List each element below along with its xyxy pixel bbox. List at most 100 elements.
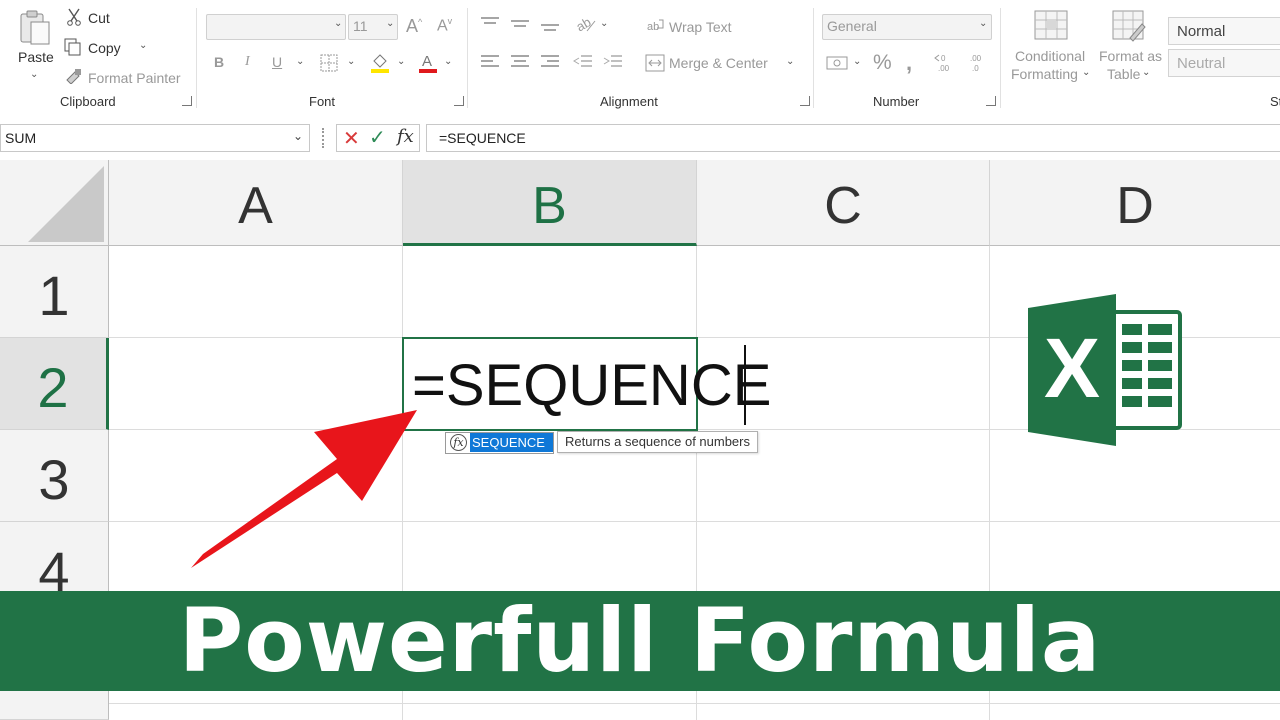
function-icon: fx <box>450 434 467 451</box>
style-normal[interactable]: Normal <box>1168 17 1280 45</box>
format-as-table-icon[interactable] <box>1112 10 1146 47</box>
number-group-label: Number <box>873 94 920 109</box>
copy-button[interactable]: Copy <box>88 40 121 56</box>
format-painter-button[interactable]: Format Painter <box>88 70 181 86</box>
paste-dropdown-icon[interactable]: ⌄ <box>30 69 38 80</box>
svg-text:.0: .0 <box>972 64 979 73</box>
alignment-group-label: Alignment <box>600 94 658 109</box>
cut-button[interactable]: Cut <box>88 10 110 26</box>
underline-dropdown-icon[interactable]: ⌄ <box>296 56 304 67</box>
number-format-dropdown-icon[interactable]: ⌄ <box>979 18 987 29</box>
function-tooltip: Returns a sequence of numbers <box>557 431 758 453</box>
fill-color-icon[interactable] <box>370 52 390 79</box>
text-cursor <box>744 345 746 425</box>
alignment-launcher-icon[interactable] <box>800 96 810 106</box>
svg-text:A: A <box>422 53 432 70</box>
clipboard-group-label: Clipboard <box>60 94 116 109</box>
increase-indent-icon[interactable] <box>603 54 623 75</box>
font-group-label: Font <box>309 94 336 109</box>
banner-title: Powerfull Formula <box>178 589 1102 692</box>
svg-text:.00: .00 <box>970 54 982 63</box>
column-header-c[interactable]: C <box>697 160 990 246</box>
decrease-indent-icon[interactable] <box>573 54 593 75</box>
cut-icon[interactable] <box>66 8 82 31</box>
cancel-icon[interactable]: ✕ <box>343 126 360 151</box>
increase-decimal-icon[interactable]: 0.00 <box>934 52 958 79</box>
fill-color-dropdown-icon[interactable]: ⌄ <box>397 56 405 67</box>
accounting-dropdown-icon[interactable]: ⌄ <box>853 56 861 67</box>
autocomplete-item-sequence[interactable]: SEQUENCE <box>470 433 553 452</box>
merge-center-button[interactable]: Merge & Center <box>669 55 768 71</box>
row-header-3[interactable]: 3 <box>0 430 109 522</box>
comma-style-icon[interactable]: , <box>906 50 912 76</box>
column-header-d[interactable]: D <box>990 160 1280 246</box>
wrap-text-button[interactable]: Wrap Text <box>669 19 732 35</box>
align-right-icon[interactable] <box>540 54 560 75</box>
row-header-2[interactable]: 2 <box>0 338 109 430</box>
clipboard-launcher-icon[interactable] <box>182 96 192 106</box>
style-neutral[interactable]: Neutral <box>1168 49 1280 77</box>
copy-dropdown-icon[interactable]: ⌄ <box>139 40 147 51</box>
excel-logo-letter: X <box>1044 321 1101 415</box>
column-header-a[interactable]: A <box>109 160 403 246</box>
copy-icon[interactable] <box>64 38 82 61</box>
increase-font-icon[interactable]: A^ <box>406 16 422 37</box>
font-launcher-icon[interactable] <box>454 96 464 106</box>
paste-button[interactable]: Paste <box>18 49 54 65</box>
font-color-icon[interactable]: A <box>418 52 438 79</box>
orientation-icon[interactable]: ab <box>573 14 597 39</box>
paste-icon[interactable] <box>19 10 51 51</box>
number-launcher-icon[interactable] <box>986 96 996 106</box>
formula-buttons: ✕ ✓ fx <box>336 124 420 152</box>
styles-group-label: St <box>1270 94 1280 109</box>
borders-dropdown-icon[interactable]: ⌄ <box>347 56 355 67</box>
number-format-value: General <box>827 18 877 34</box>
font-size-dropdown-icon[interactable]: ⌄ <box>386 18 394 29</box>
row-header-1[interactable]: 1 <box>0 246 109 338</box>
font-color-dropdown-icon[interactable]: ⌄ <box>444 56 452 67</box>
format-as-table-dropdown-icon[interactable]: ⌄ <box>1142 67 1150 78</box>
middle-align-icon[interactable] <box>510 16 530 37</box>
enter-icon[interactable]: ✓ <box>369 125 386 150</box>
ribbon: Paste ⌄ Cut Copy ⌄ Format Painter Clipbo… <box>0 0 1280 117</box>
font-size-value: 11 <box>353 18 368 34</box>
italic-icon[interactable]: I <box>245 54 250 70</box>
conditional-formatting-button-line2[interactable]: Formatting <box>1011 66 1078 82</box>
align-center-icon[interactable] <box>510 54 530 75</box>
align-left-icon[interactable] <box>480 54 500 75</box>
merge-center-icon[interactable] <box>645 54 665 77</box>
conditional-formatting-button[interactable]: Conditional <box>1015 48 1085 64</box>
merge-center-dropdown-icon[interactable]: ⌄ <box>786 56 794 67</box>
bold-icon[interactable]: B <box>214 54 224 70</box>
column-header-b[interactable]: B <box>403 160 697 246</box>
svg-text:0: 0 <box>941 54 946 63</box>
conditional-formatting-icon[interactable] <box>1034 10 1068 45</box>
format-painter-icon[interactable] <box>65 68 83 89</box>
insert-function-icon[interactable]: fx <box>397 126 414 147</box>
svg-text:ab: ab <box>575 14 593 34</box>
name-box-dropdown-icon[interactable]: ⌄ <box>293 129 303 143</box>
wrap-text-icon[interactable]: ab <box>647 17 665 40</box>
top-align-icon[interactable] <box>480 16 500 37</box>
svg-text:ab: ab <box>647 21 659 33</box>
formula-input[interactable]: =SEQUENCE <box>426 124 1280 152</box>
orientation-dropdown-icon[interactable]: ⌄ <box>600 18 608 29</box>
borders-icon[interactable] <box>320 54 338 77</box>
underline-icon[interactable]: U <box>272 54 282 70</box>
conditional-formatting-dropdown-icon[interactable]: ⌄ <box>1082 67 1090 78</box>
formula-bar-splitter[interactable] <box>322 128 326 148</box>
decrease-font-icon[interactable]: Av <box>437 16 452 35</box>
svg-text:.00: .00 <box>938 64 950 73</box>
name-box[interactable]: SUM <box>0 124 310 152</box>
decrease-decimal-icon[interactable]: .00.0 <box>964 52 988 79</box>
format-as-table-button-line2[interactable]: Table <box>1107 66 1140 82</box>
red-arrow-annotation <box>191 410 417 568</box>
format-as-table-button[interactable]: Format as <box>1099 48 1162 64</box>
font-name-combobox[interactable] <box>206 14 346 40</box>
select-all-button[interactable] <box>0 160 109 246</box>
accounting-format-icon[interactable] <box>826 54 848 77</box>
bottom-align-icon[interactable] <box>540 16 560 37</box>
cell-b2-text: =SEQUENCE <box>412 353 772 418</box>
percent-style-icon[interactable]: % <box>873 51 892 75</box>
font-name-dropdown-icon[interactable]: ⌄ <box>334 18 342 29</box>
